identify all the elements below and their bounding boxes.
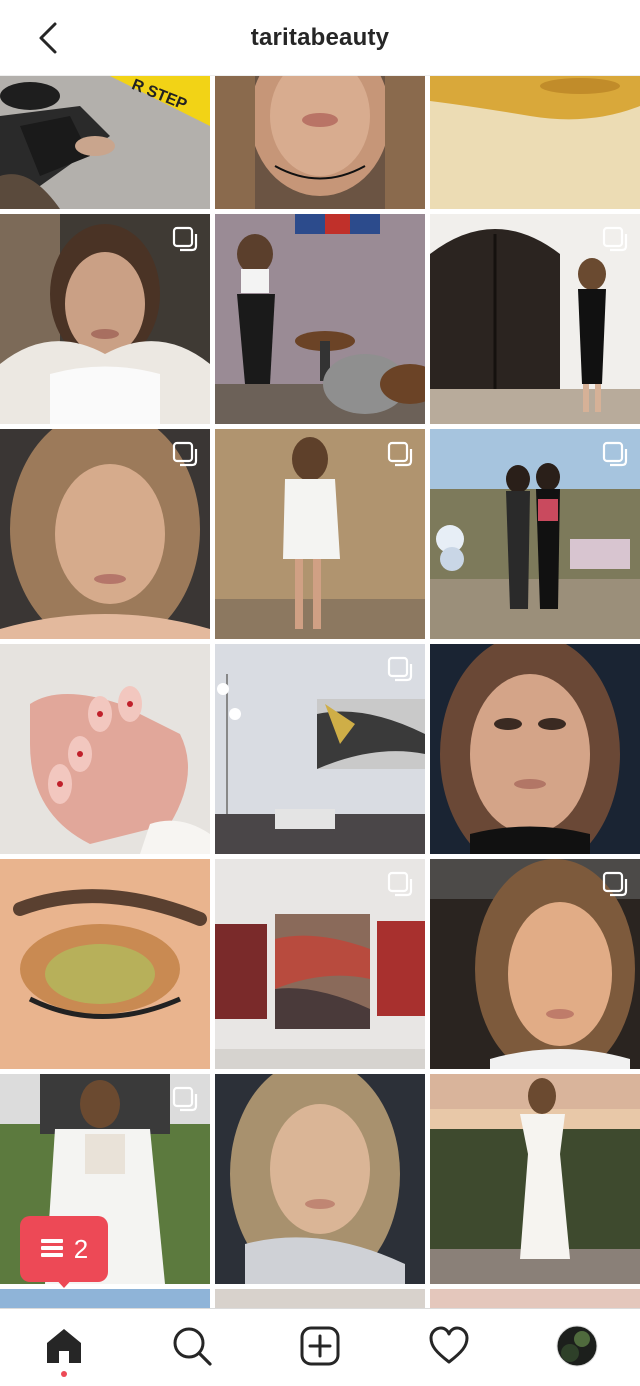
post-tile[interactable]	[0, 214, 210, 424]
heart-icon	[429, 1326, 469, 1364]
profile-avatar-icon	[556, 1325, 598, 1367]
post-tile[interactable]	[215, 214, 425, 424]
search-icon	[173, 1327, 212, 1366]
tab-home[interactable]	[41, 1323, 87, 1369]
multiple-photos-icon	[602, 871, 628, 897]
photo-eyeshadow-closeup	[0, 859, 210, 1069]
activity-count: 2	[73, 1233, 89, 1264]
post-tile[interactable]	[215, 1074, 425, 1284]
post-tile[interactable]	[215, 76, 425, 209]
photo-outfit-lounge	[215, 214, 425, 424]
post-tile[interactable]	[215, 644, 425, 854]
multiple-photos-icon	[387, 656, 413, 682]
photo-wall-texture	[430, 76, 640, 209]
comment-bubble-icon	[40, 1239, 63, 1257]
post-tile[interactable]	[430, 214, 640, 424]
profile-username-title: taritabeauty	[250, 23, 390, 51]
photo-feet-heels: R STEP	[0, 76, 210, 209]
post-tile[interactable]	[430, 1074, 640, 1284]
multiple-photos-icon	[172, 441, 198, 467]
post-tile[interactable]	[430, 859, 640, 1069]
tab-new-post[interactable]	[297, 1323, 343, 1369]
tab-activity[interactable]	[426, 1323, 472, 1369]
bottom-tab-bar	[0, 1308, 640, 1386]
tab-search[interactable]	[169, 1323, 215, 1369]
post-tile[interactable]	[0, 644, 210, 854]
post-tile[interactable]	[215, 1289, 425, 1308]
photo-smokey-eye-portrait	[430, 644, 640, 854]
popup-tail	[53, 1276, 75, 1288]
post-grid: R STEP	[0, 76, 640, 1308]
multiple-photos-icon	[387, 441, 413, 467]
multiple-photos-icon	[387, 871, 413, 897]
home-icon	[47, 1329, 81, 1363]
post-tile[interactable]	[0, 429, 210, 639]
post-tile[interactable]	[430, 76, 640, 209]
post-tile[interactable]	[430, 429, 640, 639]
header: taritabeauty	[0, 0, 640, 76]
post-tile[interactable]	[430, 1289, 640, 1308]
back-chevron-icon	[39, 22, 57, 54]
back-button[interactable]	[30, 20, 66, 56]
multiple-photos-icon	[172, 1086, 198, 1112]
photo-portrait-closeup	[215, 76, 425, 209]
photo-blonde-selfie	[215, 1074, 425, 1284]
multiple-photos-icon	[602, 441, 628, 467]
tab-profile[interactable]	[554, 1323, 600, 1369]
activity-notification-popup[interactable]: 2	[20, 1216, 108, 1288]
post-tile[interactable]	[0, 1289, 210, 1308]
multiple-photos-icon	[602, 226, 628, 252]
post-tile[interactable]	[430, 644, 640, 854]
post-tile[interactable]	[0, 859, 210, 1069]
photo-white-gown-sunset	[430, 1074, 640, 1284]
post-tile[interactable]: R STEP	[0, 76, 210, 209]
plus-square-icon	[300, 1326, 340, 1366]
post-tile[interactable]	[215, 859, 425, 1069]
post-tile[interactable]	[215, 429, 425, 639]
photo-nails-hearts	[0, 644, 210, 854]
home-notification-dot	[61, 1371, 67, 1377]
multiple-photos-icon	[172, 226, 198, 252]
